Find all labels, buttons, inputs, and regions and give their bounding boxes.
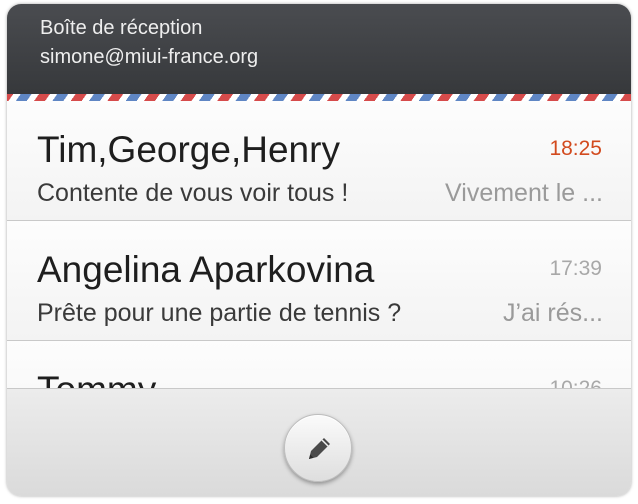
folder-title: Boîte de réception xyxy=(40,17,203,39)
message-row[interactable]: Tim,George,Henry 18:25 Contente de vous … xyxy=(7,101,631,221)
compose-button[interactable] xyxy=(284,414,352,482)
inbox-header: Boîte de réception simone@miui-france.or… xyxy=(7,4,631,96)
message-subject: Contente de vous voir tous ! xyxy=(37,179,349,207)
message-summary: Prête pour une partie de tennis ? J’ai r… xyxy=(37,299,603,328)
account-email: simone@miui-france.org xyxy=(40,46,259,68)
pencil-icon xyxy=(309,438,330,459)
message-time: 17:39 xyxy=(549,257,602,280)
bottom-toolbar xyxy=(7,388,631,496)
message-preview: Vivement le ... xyxy=(445,179,603,207)
message-list[interactable]: Tim,George,Henry 18:25 Contente de vous … xyxy=(7,101,631,388)
message-summary: Contente de vous voir tous ! Vivement le… xyxy=(37,179,603,208)
message-row[interactable]: Tommy 10:26 xyxy=(7,341,631,388)
message-subject: Prête pour une partie de tennis ? xyxy=(37,299,402,327)
message-time: 18:25 xyxy=(549,137,602,160)
message-sender: Tommy xyxy=(37,369,156,388)
message-preview: J’ai rés... xyxy=(502,299,603,327)
message-row[interactable]: Angelina Aparkovina 17:39 Prête pour une… xyxy=(7,221,631,341)
message-sender: Tim,George,Henry xyxy=(37,129,340,170)
mail-app: Boîte de réception simone@miui-france.or… xyxy=(7,4,631,496)
message-time: 10:26 xyxy=(549,377,602,388)
airmail-stripe xyxy=(7,94,631,101)
message-sender: Angelina Aparkovina xyxy=(37,249,375,290)
